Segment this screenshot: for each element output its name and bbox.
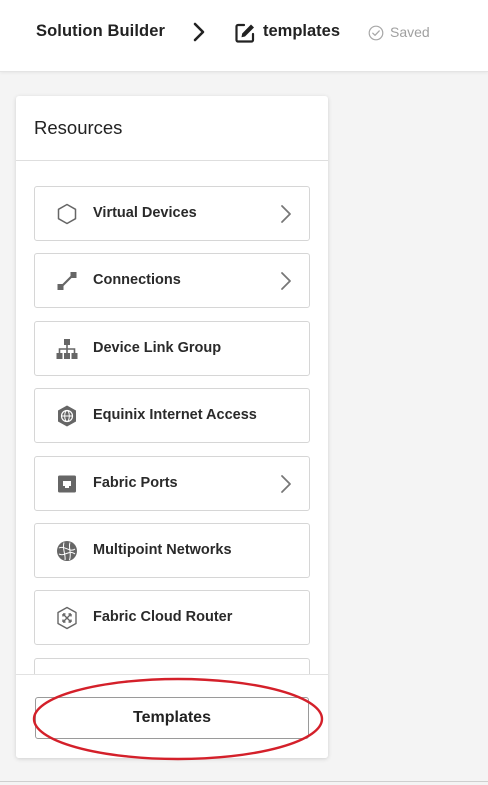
panel-divider — [16, 160, 328, 161]
resource-item-virtual-devices[interactable]: Virtual Devices — [34, 186, 310, 241]
resource-item-label: Equinix Internet Access — [93, 407, 257, 424]
edit-icon[interactable] — [234, 22, 256, 44]
resource-item-fabric-ports[interactable]: Fabric Ports — [34, 455, 310, 511]
resource-item-equinix-internet-access[interactable]: Equinix Internet Access — [34, 388, 310, 444]
annotation-circle — [32, 677, 324, 761]
resource-item-label: Multipoint Networks — [93, 541, 232, 558]
bottom-divider — [0, 781, 488, 782]
chevron-right-icon — [281, 205, 291, 223]
hierarchy-icon — [56, 338, 78, 359]
resources-panel: Resources Virtual Devices Connections De… — [16, 96, 328, 758]
port-icon — [58, 475, 76, 493]
globe-icon — [58, 405, 76, 427]
chevron-right-icon — [281, 272, 291, 291]
resource-item-label: Virtual Devices — [93, 205, 197, 221]
panel-title: Resources — [34, 117, 123, 138]
resource-item-label: Connections — [93, 272, 181, 289]
top-bar: Solution Builder templates Saved — [0, 0, 488, 72]
connection-icon — [57, 272, 77, 291]
resource-item-device-link-group[interactable]: Device Link Group — [34, 320, 310, 376]
resource-item-multipoint-networks[interactable]: Multipoint Networks — [34, 522, 310, 578]
check-circle-icon — [368, 25, 384, 41]
resource-list[interactable]: Virtual Devices Connections Device Link … — [34, 186, 310, 758]
save-status: Saved — [390, 24, 430, 40]
resource-item-connections[interactable]: Connections — [34, 253, 310, 309]
breadcrumb-current[interactable]: templates — [263, 22, 340, 41]
cloud-router-icon — [57, 607, 77, 630]
resource-item-label: Device Link Group — [93, 339, 222, 356]
breadcrumb-root[interactable]: Solution Builder — [36, 22, 165, 41]
resource-item-fabric-cloud-router[interactable]: Fabric Cloud Router — [34, 590, 310, 646]
resource-item-label: Fabric Ports — [93, 474, 178, 491]
resource-item-label: Fabric Cloud Router — [93, 609, 233, 626]
chevron-right-icon — [193, 22, 205, 42]
network-globe-icon — [57, 540, 77, 561]
chevron-right-icon — [281, 474, 291, 493]
hexagon-icon — [57, 203, 77, 225]
